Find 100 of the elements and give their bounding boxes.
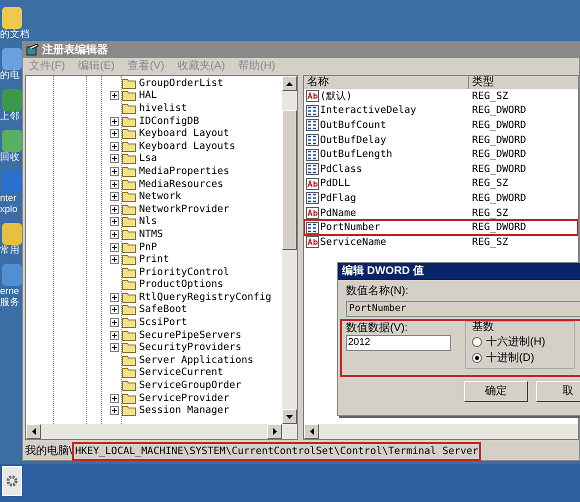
tree-item[interactable]: PriorityControl <box>139 266 230 278</box>
value-name[interactable]: PdDLL <box>320 176 350 192</box>
binary-value-icon <box>306 134 319 146</box>
value-name[interactable]: PdName <box>320 206 356 221</box>
tree-item[interactable]: Session Manager <box>139 405 230 416</box>
scroll-down-icon[interactable] <box>282 409 297 424</box>
folder-icon <box>122 254 136 266</box>
expand-icon[interactable] <box>110 406 119 416</box>
value-name-field[interactable]: PortNumber <box>346 301 580 317</box>
expand-icon[interactable] <box>110 318 119 328</box>
tree-item[interactable]: SecurityProviders <box>139 342 242 354</box>
horizontal-scrollbar[interactable] <box>26 424 297 439</box>
folder-icon <box>122 354 136 366</box>
registry-icon <box>26 44 39 56</box>
value-data-field[interactable]: 2012 <box>346 335 451 351</box>
scroll-left-icon[interactable] <box>26 424 41 439</box>
expand-icon[interactable] <box>110 242 119 252</box>
expand-icon[interactable] <box>110 166 119 176</box>
tree-item[interactable]: ScsiPort <box>139 317 188 328</box>
desktop-icon-label: 服务 <box>0 297 20 308</box>
tree-item[interactable]: SecurePipeServers <box>139 330 242 341</box>
radio-button[interactable] <box>472 353 482 363</box>
radio-button[interactable] <box>472 337 482 347</box>
value-name[interactable]: OutBufLength <box>320 147 392 162</box>
folder-icon <box>122 191 136 202</box>
tree-item[interactable]: Nls <box>139 216 158 228</box>
expand-icon[interactable] <box>110 154 119 164</box>
window-title: 注册表编辑器 <box>42 42 108 58</box>
folder-icon <box>122 380 136 392</box>
expand-icon[interactable] <box>110 292 119 302</box>
tree-item[interactable]: ProductOptions <box>139 279 224 290</box>
vertical-scrollbar[interactable] <box>282 76 297 424</box>
binary-value-icon <box>306 192 319 204</box>
expand-icon[interactable] <box>110 255 119 264</box>
tree-item[interactable]: SafeBoot <box>139 304 188 316</box>
group-label: 基数 <box>472 321 495 334</box>
tree-item[interactable]: Keyboard Layout <box>139 128 230 140</box>
desktop-icon[interactable] <box>2 7 22 29</box>
expand-icon[interactable] <box>110 394 119 403</box>
value-name[interactable]: OutBufDelay <box>320 132 386 148</box>
tree-item[interactable]: Network <box>139 191 182 202</box>
taskbar-button[interactable] <box>2 466 22 496</box>
dialog-button[interactable]: 取 <box>536 381 580 402</box>
expand-icon[interactable] <box>110 343 119 352</box>
tree-item[interactable]: IDConfigDB <box>139 116 200 127</box>
expand-icon[interactable] <box>110 180 119 189</box>
tree-item[interactable]: HAL <box>139 90 158 102</box>
tree-item[interactable]: hivelist <box>139 102 188 114</box>
value-name[interactable]: ServiceName <box>320 234 386 250</box>
folder-icon <box>122 242 136 253</box>
expand-icon[interactable] <box>110 192 119 202</box>
scroll-thumb[interactable] <box>282 110 297 250</box>
column-header[interactable]: 名称 <box>304 76 469 89</box>
expand-icon[interactable] <box>110 305 119 314</box>
desktop-icon[interactable] <box>2 223 22 245</box>
expand-icon[interactable] <box>110 217 119 226</box>
horizontal-scrollbar[interactable] <box>304 424 578 439</box>
dialog-button[interactable]: 确定 <box>464 381 528 402</box>
scroll-left-icon[interactable] <box>304 424 319 439</box>
tree-item[interactable]: Keyboard Layouts <box>139 140 236 152</box>
expand-icon[interactable] <box>110 91 119 100</box>
folder-icon <box>122 204 136 215</box>
expand-icon[interactable] <box>110 204 119 214</box>
tree-item[interactable]: Lsa <box>139 153 158 164</box>
tree-item[interactable]: GroupOrderList <box>139 78 224 89</box>
desktop-icon-label: nter <box>0 193 16 204</box>
folder-icon <box>122 102 136 114</box>
value-name[interactable]: PdClass <box>320 162 362 177</box>
tree-item[interactable]: PnP <box>139 242 158 253</box>
tree-item[interactable]: ServiceProvider <box>139 392 230 404</box>
tree-item[interactable]: Print <box>139 254 170 266</box>
tree-item[interactable]: MediaProperties <box>139 166 230 177</box>
tree-item[interactable]: MediaResources <box>139 178 224 190</box>
value-type: REG_SZ <box>471 90 510 104</box>
folder-icon <box>122 304 136 316</box>
folder-icon <box>122 166 136 177</box>
scroll-right-icon[interactable] <box>267 424 282 439</box>
folder-icon <box>122 153 136 164</box>
value-name[interactable]: OutBufCount <box>320 118 386 133</box>
tree-item[interactable]: NetworkProvider <box>139 204 230 215</box>
expand-icon[interactable] <box>110 230 119 239</box>
value-name[interactable]: (默认) <box>320 88 352 104</box>
column-header[interactable]: 类型 <box>469 76 578 89</box>
tree-item[interactable]: ServiceCurrent <box>139 367 224 378</box>
tree-item[interactable]: RtlQueryRegistryConfig <box>139 292 272 303</box>
expand-icon[interactable] <box>110 116 119 126</box>
expand-icon[interactable] <box>110 129 119 138</box>
registry-path: HKEY_LOCAL_MACHINE\SYSTEM\CurrentControlSet\Control\Terminal Server <box>72 442 482 460</box>
tree-item[interactable]: Server Applications <box>139 354 254 366</box>
expand-icon[interactable] <box>110 142 119 151</box>
expand-icon[interactable] <box>110 330 119 340</box>
string-value-icon <box>306 236 319 248</box>
value-name[interactable]: PortNumber <box>320 220 380 236</box>
scroll-up-icon[interactable] <box>282 76 297 91</box>
value-name[interactable]: InteractiveDelay <box>320 103 416 118</box>
value-type: REG_DWORD <box>471 134 528 148</box>
value-name[interactable]: PdFlag <box>320 190 356 206</box>
value-type: REG_SZ <box>471 236 510 250</box>
tree-item[interactable]: ServiceGroupOrder <box>139 380 242 392</box>
tree-item[interactable]: NTMS <box>139 228 164 240</box>
